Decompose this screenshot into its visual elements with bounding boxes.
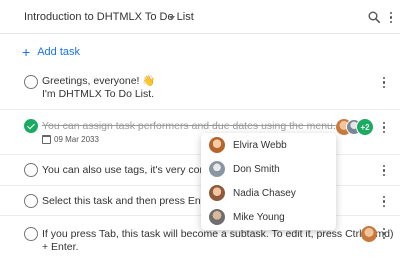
task-text-line: + Enter. (42, 241, 79, 253)
task-menu-icon[interactable] (382, 228, 386, 239)
task-text-line: I'm DHTMLX To Do List. (42, 88, 155, 100)
avatar (209, 161, 225, 177)
due-date-text: 09 Mar 2033 (54, 135, 99, 144)
plus-icon: + (22, 44, 31, 60)
assignee-dropdown: Elvira Webb Don Smith Nadia Chasey Mike … (201, 133, 336, 230)
task-row[interactable]: Greetings, everyone! 👋 I'm DHTMLX To Do … (0, 70, 400, 110)
task-menu-icon[interactable] (382, 77, 386, 88)
task-row[interactable]: If you press Tab, this task will become … (0, 216, 400, 262)
avatar (209, 209, 225, 225)
avatar (209, 137, 225, 153)
more-vertical-icon[interactable] (389, 12, 393, 24)
caret-down-icon[interactable] (169, 16, 175, 20)
assignee-option[interactable]: Mike Young (201, 205, 336, 229)
assignee-name: Mike Young (233, 211, 285, 223)
task-checkbox[interactable] (24, 163, 38, 177)
task-checkbox[interactable] (24, 75, 38, 89)
task-menu-icon[interactable] (382, 122, 386, 133)
task-checkbox[interactable] (24, 194, 38, 208)
app-header: Introduction to DHTMLX To Do List (0, 0, 400, 34)
task-menu-icon[interactable] (382, 196, 386, 207)
add-task-button[interactable]: + Add task (22, 44, 80, 60)
task-text-line: You can assign task performers and due d… (42, 120, 336, 132)
task-checkbox[interactable] (24, 227, 38, 241)
calendar-icon (42, 135, 51, 144)
assignee-name: Nadia Chasey (233, 187, 296, 199)
assignee-avatar[interactable] (361, 226, 377, 242)
task-row[interactable]: Select this task and then press Enter to (0, 186, 400, 216)
checked-checkbox[interactable] (24, 119, 38, 133)
avatar (209, 185, 225, 201)
assignee-name: Elvira Webb (233, 139, 287, 151)
assignee-name: Don Smith (233, 163, 280, 175)
task-row[interactable]: You can assign task performers and due d… (0, 110, 400, 155)
task-row[interactable]: You can also use tags, it's very conveni… (0, 155, 400, 186)
extra-assignees-badge[interactable]: +2 (356, 118, 374, 136)
assignee-option[interactable]: Elvira Webb (201, 133, 336, 157)
add-task-label: Add task (37, 46, 80, 58)
task-text-line: Greetings, everyone! 👋 (42, 75, 156, 87)
assignee-option[interactable]: Nadia Chasey (201, 181, 336, 205)
assignee-option[interactable]: Don Smith (201, 157, 336, 181)
search-icon[interactable] (368, 11, 380, 23)
task-text-line: Select this task and then press Enter to (42, 195, 225, 207)
due-date[interactable]: 09 Mar 2033 (42, 135, 99, 144)
task-menu-icon[interactable] (382, 165, 386, 176)
